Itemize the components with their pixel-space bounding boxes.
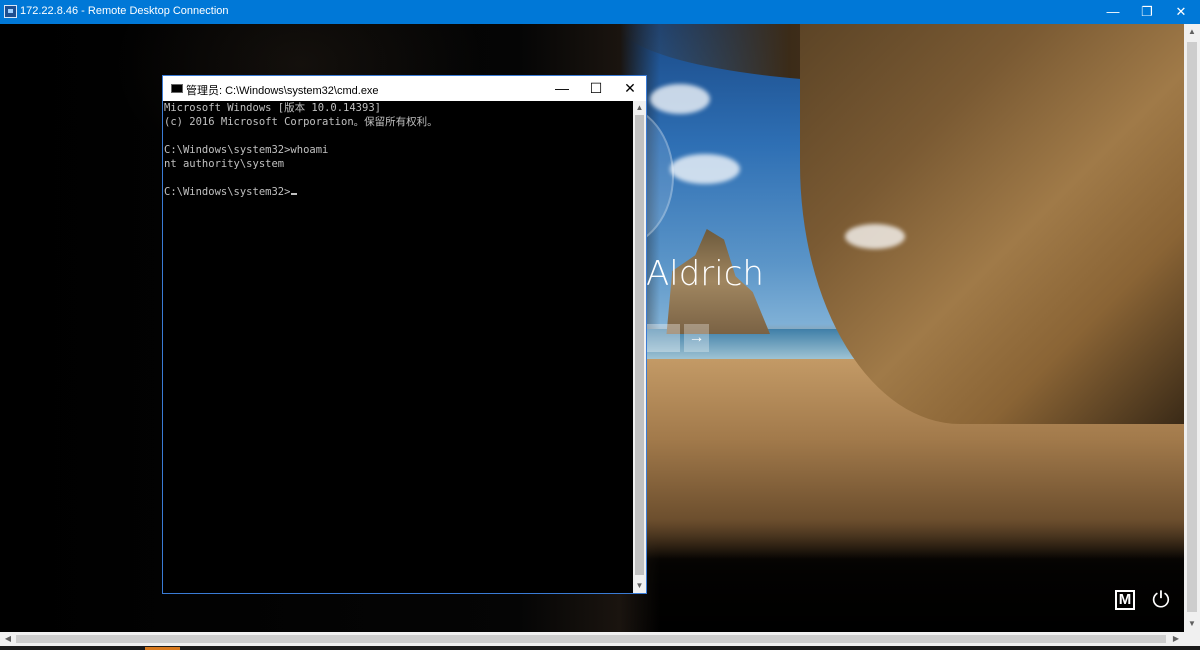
cmd-console-output[interactable]: Microsoft Windows [版本 10.0.14393] (c) 20… — [163, 101, 633, 593]
cmd-scroll-down-arrow[interactable]: ▼ — [633, 579, 646, 593]
rdp-minimize-button[interactable]: — — [1096, 0, 1130, 24]
rdp-horizontal-scrollbar[interactable]: ◀ ▶ — [0, 632, 1184, 646]
rdp-scroll-right-arrow[interactable]: ▶ — [1168, 632, 1184, 646]
console-line: Microsoft Windows [版本 10.0.14393] — [164, 102, 381, 114]
rdp-window-title: 172.22.8.46 - Remote Desktop Connection — [20, 5, 229, 17]
cmd-minimize-button[interactable]: — — [545, 76, 579, 101]
cmd-close-button[interactable]: ✕ — [613, 76, 647, 101]
cmd-icon — [171, 84, 183, 93]
rdp-scroll-up-arrow[interactable]: ▲ — [1184, 24, 1200, 40]
rdp-vertical-scroll-thumb[interactable] — [1187, 42, 1197, 612]
console-line: C:\Windows\system32>whoami — [164, 144, 329, 156]
rdp-close-button[interactable]: ✕ — [1164, 0, 1198, 24]
rdp-scroll-left-arrow[interactable]: ◀ — [0, 632, 16, 646]
text-cursor — [291, 193, 298, 195]
taskbar-edge — [0, 646, 1200, 650]
remote-desktop-icon — [4, 5, 17, 18]
cmd-maximize-button[interactable]: ☐ — [579, 76, 613, 101]
cmd-title-bar[interactable]: 管理员: C:\Windows\system32\cmd.exe — ☐ ✕ — [163, 76, 646, 101]
cmd-vertical-scrollbar[interactable]: ▲ ▼ — [633, 101, 646, 593]
rdp-scroll-down-arrow[interactable]: ▼ — [1184, 616, 1200, 632]
console-line: (c) 2016 Microsoft Corporation。保留所有权利。 — [164, 116, 438, 128]
rdp-horizontal-scroll-thumb[interactable] — [16, 635, 1166, 643]
submit-arrow-button[interactable]: → — [684, 324, 709, 352]
power-icon[interactable]: ⏻ — [1148, 588, 1174, 612]
lock-screen-cave-arch — [800, 24, 1184, 424]
ease-of-access-label: M — [1115, 590, 1135, 610]
console-line: nt authority\system — [164, 158, 285, 170]
cmd-window[interactable]: 管理员: C:\Windows\system32\cmd.exe — ☐ ✕ M… — [162, 75, 647, 594]
console-prompt-line[interactable]: C:\Windows\system32> — [163, 185, 633, 199]
rdp-title-bar[interactable]: 172.22.8.46 - Remote Desktop Connection … — [0, 0, 1200, 24]
cmd-scroll-up-arrow[interactable]: ▲ — [633, 101, 646, 115]
rdp-vertical-scrollbar[interactable]: ▲ ▼ — [1184, 24, 1200, 632]
cloud — [845, 224, 905, 249]
cmd-scroll-thumb[interactable] — [635, 115, 644, 575]
scrollbar-corner — [1184, 632, 1200, 646]
ease-of-access-icon[interactable]: M — [1115, 590, 1135, 610]
cloud — [650, 84, 710, 114]
rdp-maximize-button[interactable]: ❐ — [1130, 0, 1164, 24]
cloud — [670, 154, 740, 184]
console-prompt: C:\Windows\system32> — [164, 186, 291, 198]
lock-screen-user-name: Aldrich — [646, 254, 764, 294]
cmd-window-title: 管理员: C:\Windows\system32\cmd.exe — [186, 85, 379, 97]
